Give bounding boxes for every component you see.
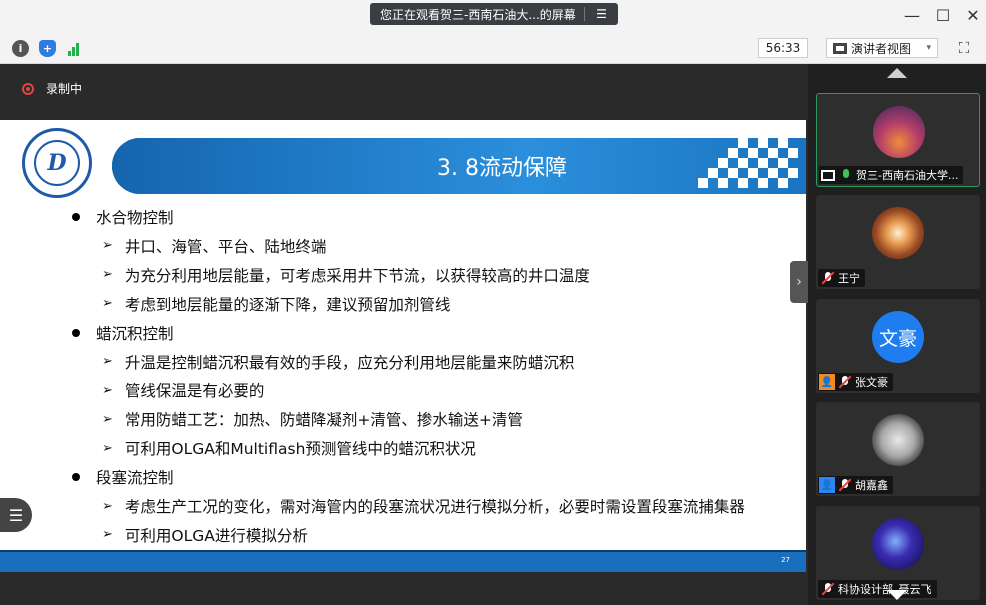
bullet-text: 考虑生产工况的变化，需对海管内的段塞流状况进行模拟分析，必要时需设置段塞流捕集器 — [124, 498, 745, 516]
fullscreen-icon[interactable]: ⛶ — [954, 39, 974, 57]
screen-share-icon — [821, 169, 835, 181]
participant-tile[interactable]: 👤 胡嘉鑫 — [816, 402, 980, 496]
participant-name-tag: 贺三-西南石油大学... — [819, 166, 964, 184]
presenter-view-icon — [833, 42, 847, 54]
shield-icon[interactable]: + — [39, 40, 56, 57]
microphone-muted-icon — [821, 271, 835, 285]
logo-emblem: D — [34, 140, 80, 186]
arrow-bullet-icon: ➢ — [102, 527, 113, 543]
microphone-muted-icon — [821, 582, 835, 596]
user-icon: 👤 — [819, 374, 835, 390]
slide-bullet: 段塞流控制 — [72, 466, 174, 488]
bullet-text: 可利用OLGA进行模拟分析 — [124, 526, 308, 545]
arrow-bullet-icon: ➢ — [102, 411, 113, 427]
bullet-text: 段塞流控制 — [96, 469, 174, 488]
list-icon[interactable]: ☰ — [585, 7, 618, 21]
arrow-bullet-icon: ➢ — [102, 382, 113, 398]
slide-title: 3. 8流动保障 — [437, 156, 567, 181]
arrow-bullet-icon: ➢ — [102, 296, 113, 312]
participant-tile[interactable]: 贺三-西南石油大学... — [816, 93, 980, 187]
arrow-bullet-icon: ➢ — [102, 267, 113, 283]
screen-share-banner[interactable]: 您正在观看贺三-西南石油大...的屏幕 ☰ — [370, 3, 618, 25]
user-icon: 👤 — [819, 477, 835, 493]
arrow-bullet-icon: ➢ — [102, 238, 113, 254]
record-icon — [22, 82, 34, 95]
participant-name-tag: 👤 胡嘉鑫 — [818, 476, 893, 494]
maximize-icon[interactable]: ☐ — [931, 6, 955, 25]
participants-panel: 贺三-西南石油大学... 王宁文豪 👤 张文豪 👤 胡嘉鑫科协设计部_聂云飞 — [808, 64, 986, 605]
meeting-toolbar: i + 56:33 演讲者视图 ▾ ⛶ — [0, 32, 986, 64]
university-logo: D — [22, 128, 92, 198]
slide-sub-bullet: ➢ 可利用OLGA和Multiflash预测管线中的蜡沉积状况 — [102, 437, 476, 459]
signal-icon[interactable] — [66, 40, 83, 57]
slide-page-number: 27 — [781, 556, 790, 564]
participant-name: 张文豪 — [855, 376, 888, 389]
slide-sub-bullet: ➢ 为充分利用地层能量，可考虑采用井下节流，以获得较高的井口温度 — [102, 264, 590, 286]
recording-indicator[interactable]: 录制中 — [22, 80, 82, 97]
bullet-text: 蜡沉积控制 — [96, 324, 174, 343]
slide-bullet: 水合物控制 — [72, 206, 174, 228]
slide-sub-bullet: ➢ 考虑到地层能量的逐渐下降，建议预留加剂管线 — [102, 293, 450, 315]
participant-name: 王宁 — [838, 272, 860, 285]
arrow-bullet-icon: ➢ — [102, 354, 113, 369]
recording-label: 录制中 — [46, 82, 83, 96]
microphone-muted-icon — [838, 478, 852, 492]
chevron-down-icon: ▾ — [926, 43, 931, 53]
slide-sub-bullet: ➢ 可利用OLGA进行模拟分析 — [102, 524, 308, 546]
bullet-text: 常用防蜡工艺：加热、防蜡降凝剂+清管、掺水输送+清管 — [124, 411, 523, 430]
bullet-dot-icon — [72, 328, 80, 337]
avatar — [872, 414, 924, 466]
arrow-bullet-icon: ➢ — [102, 498, 113, 514]
participant-tile[interactable]: 科协设计部_聂云飞 — [816, 506, 980, 600]
participant-name: 胡嘉鑫 — [855, 479, 888, 492]
slide-bullet: 蜡沉积控制 — [72, 322, 174, 344]
slide-sub-bullet: ➢ 常用防蜡工艺：加热、防蜡降凝剂+清管、掺水输送+清管 — [102, 408, 523, 430]
slide-sub-bullet: ➢ 井口、海管、平台、陆地终端 — [102, 235, 326, 257]
bullet-dot-icon — [72, 213, 80, 221]
slide-sub-bullet: ➢ 升温是控制蜡沉积最有效的手段，应充分利用地层能量来防蜡沉积 — [102, 351, 574, 373]
avatar — [872, 207, 924, 259]
info-icon[interactable]: i — [12, 40, 29, 57]
view-mode-dropdown[interactable]: 演讲者视图 ▾ — [826, 38, 938, 58]
presentation-slide: 3. 8流动保障 D 水合物控制 ➢ 井口、海管、平台、陆地终端 ➢ 为充分利用地层能量… — [0, 120, 806, 572]
scroll-up-icon[interactable] — [887, 68, 907, 78]
participant-name: 科协设计部_聂云飞 — [838, 583, 932, 596]
bullet-text: 水合物控制 — [96, 209, 174, 227]
participant-name-tag: 科协设计部_聂云飞 — [818, 580, 937, 598]
checker-decoration — [698, 138, 798, 188]
bullet-dot-icon — [72, 473, 80, 482]
avatar — [872, 518, 924, 570]
arrow-bullet-icon: ➢ — [102, 440, 113, 456]
slide-sub-bullet: ➢ 考虑生产工况的变化，需对海管内的段塞流状况进行模拟分析，必要时需设置段塞流捕集… — [102, 495, 745, 517]
microphone-icon — [839, 168, 853, 182]
participant-name-tag: 👤 张文豪 — [818, 373, 893, 391]
screen-share-text: 您正在观看贺三-西南石油大...的屏幕 — [380, 7, 576, 22]
slide-sub-bullet: ➢ 管线保温是有必要的 — [102, 379, 264, 401]
bullet-text: 升温是控制蜡沉积最有效的手段，应充分利用地层能量来防蜡沉积 — [124, 353, 575, 372]
title-bar: 您正在观看贺三-西南石油大...的屏幕 ☰ — ☐ ✕ — [0, 0, 986, 32]
participant-name: 贺三-西南石油大学... — [856, 169, 959, 182]
minimize-icon[interactable]: — — [900, 6, 924, 25]
view-mode-label: 演讲者视图 — [851, 41, 912, 56]
participant-name-tag: 王宁 — [818, 269, 865, 287]
bullet-text: 为充分利用地层能量，可考虑采用井下节流，以获得较高的井口温度 — [124, 266, 590, 285]
list-icon: ☰ — [8, 505, 24, 525]
bullet-text: 井口、海管、平台、陆地终端 — [124, 237, 327, 256]
microphone-muted-icon — [838, 375, 852, 389]
slide-footer-bar: 27 — [0, 550, 806, 572]
avatar-initials: 文豪 — [878, 327, 917, 350]
avatar — [873, 106, 925, 158]
meeting-timer: 56:33 — [758, 38, 808, 58]
avatar: 文豪 — [872, 311, 924, 363]
participant-tile[interactable]: 文豪 👤 张文豪 — [816, 299, 980, 393]
bullet-text: 管线保温是有必要的 — [124, 382, 265, 401]
scroll-down-icon[interactable] — [887, 590, 907, 600]
participant-tile[interactable]: 王宁 — [816, 195, 980, 289]
close-icon[interactable]: ✕ — [961, 6, 985, 25]
chevron-right-icon[interactable]: › — [790, 261, 808, 303]
bullet-text: 考虑到地层能量的逐渐下降，建议预留加剂管线 — [124, 295, 451, 314]
bullet-text: 可利用OLGA和Multiflash预测管线中的蜡沉积状况 — [124, 440, 476, 459]
